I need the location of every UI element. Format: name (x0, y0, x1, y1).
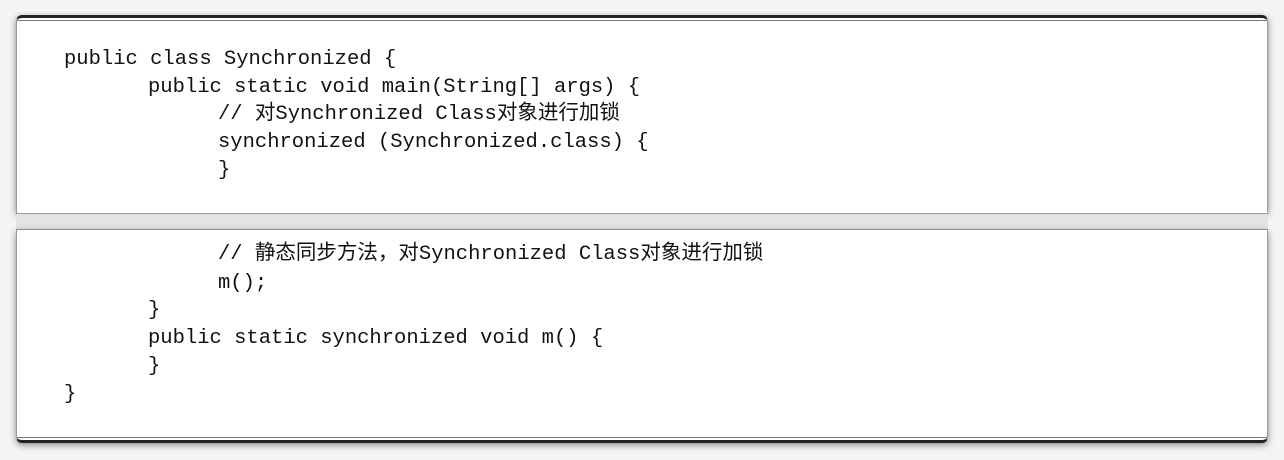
code-line-block-close: } (218, 159, 231, 182)
code-line-comment-lock-class: // 对Synchronized Class对象进行加锁 (218, 103, 620, 126)
code-line-class-declaration: public class Synchronized { (64, 48, 397, 71)
code-line-comment-static-method: // 静态同步方法，对Synchronized Class对象进行加锁 (218, 243, 764, 266)
code-line-main-close: } (148, 299, 161, 322)
code-line-class-close: } (64, 383, 77, 406)
code-panel-top (16, 15, 1268, 213)
code-figure: public class Synchronized { public stati… (0, 0, 1284, 460)
code-line-method-close: } (148, 355, 161, 378)
code-line-main-method: public static void main(String[] args) { (148, 76, 641, 99)
panel-separator (16, 213, 1268, 230)
code-line-synchronized-block: synchronized (Synchronized.class) { (218, 131, 649, 154)
code-line-call-m: m(); (218, 272, 268, 295)
code-line-static-sync-method: public static synchronized void m() { (148, 327, 604, 350)
